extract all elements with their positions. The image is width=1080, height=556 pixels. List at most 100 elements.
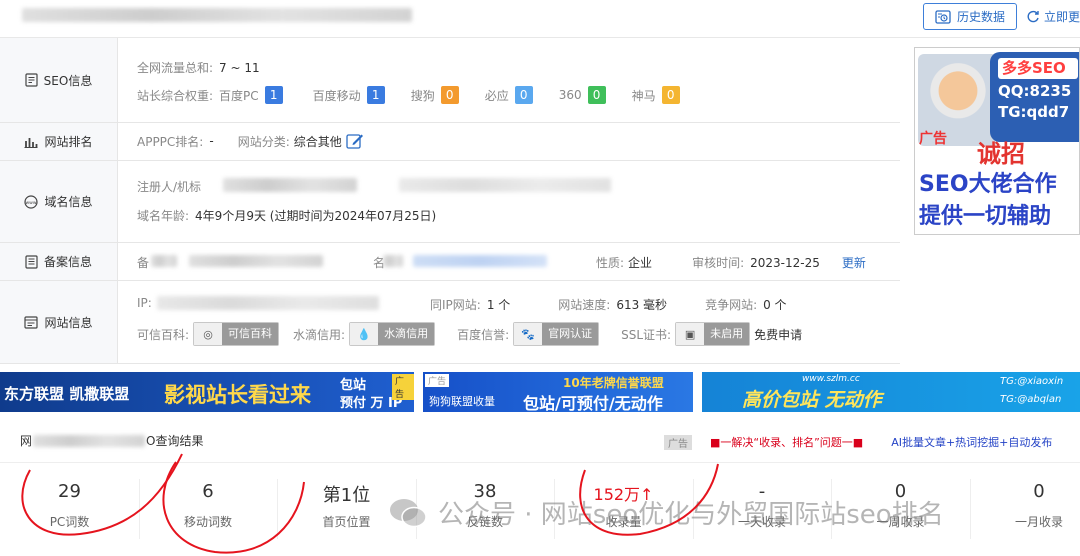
engine-weight-badge[interactable]: 1 [264,86,283,104]
domain-info-label-text: 域名信息 [44,195,93,209]
banner2-left-text: 狗狗联盟收量 [429,395,495,408]
ssl-badge-text: 未启用 [704,323,750,345]
seo-info-row: SEO信息 全网流量总和: 7 ~ 11 站长综合权重: 百度PC 1 百度移动 1 搜… [0,38,900,123]
stat-divider [277,479,278,539]
weight-key: 站长综合权重: [137,88,214,103]
banner2-main-text: 包站/可预付/无动作 [523,394,663,412]
banner3-tg1: TG:@xiaoxin [1000,376,1064,387]
history-data-label: 历史数据 [956,10,1005,24]
banner2-top-text: 10年老牌信誉联盟 [563,376,664,390]
engine-weight-badge[interactable]: 1 [366,86,385,104]
query-ad-blue-link[interactable]: AI批量文章+热词挖掘+自动发布 [891,434,1052,450]
shield-icon: ◎ [194,323,223,345]
icp-info-row: 备案信息 备 名 性质: 企业 审核时间: 2023-12-25 更新 [0,243,900,281]
stat-label: 一月收录 [1014,515,1063,529]
site-rank-label: 网站排名 [0,123,118,160]
banner3-tg2: TG:@abqlan [1000,394,1062,405]
history-icon [935,9,951,24]
engine-weight-badge[interactable]: 0 [440,86,459,104]
query-ad-red-link[interactable]: ■一解决“收录、排名”问题一■ [710,434,863,450]
ssl-key: SSL证书: [621,327,672,342]
ad-bubble-qq: QQ:8235 [998,82,1072,100]
engine-weight-item: 百度PC 1 [219,86,283,104]
registrant-key: 注册人/机标 [137,180,202,194]
traffic-value: 7 ~ 11 [219,60,260,75]
baidu-credit-badge-text: 官网认证 [542,323,599,345]
update-now-button[interactable]: 立即更 [1026,3,1080,30]
audit-value: 2023-12-25 [750,255,820,270]
side-advertisement[interactable]: 多多SEO QQ:8235 TG:qdd7 广告 诚招 SEO大佬合作 提供一切… [914,47,1080,235]
ad-contact-bubble: 多多SEO QQ:8235 TG:qdd7 [990,52,1079,142]
engine-weight-badge[interactable]: 0 [514,86,533,104]
engine-weight-item: 神马 0 [632,86,680,104]
ad-line-2: SEO大佬合作 [919,172,1057,197]
category-value: 综合其他 [293,134,342,149]
engine-weight-badge[interactable]: 0 [661,86,680,104]
banner-ad-3[interactable]: www.szlm.cc 高价包站 无动作 TG:@xiaoxin TG:@abq… [702,372,1080,412]
stat-item[interactable]: 0 一月收录 [970,463,1080,556]
banner2-ad-tag: 广告 [425,374,450,387]
domain-info-label: www 域名信息 [0,161,118,242]
stat-item[interactable]: 29 PC词数 [0,463,139,556]
same-ip-value: 1 个 [486,298,511,312]
banner-ad-1[interactable]: 东方联盟 凯撒联盟 影视站长看过来 包站 预付 万 IP 广告 [0,372,414,412]
blurred-query-domain [33,434,146,447]
engine-name: 百度PC [219,88,259,103]
blurred-icp-prefix [151,255,177,267]
engine-weight-item: 必应 0 [485,86,533,104]
engine-name: 搜狗 [410,88,435,103]
blurred-icp-name-b [413,255,547,267]
banner3-main-text: 高价包站 无动作 [742,389,882,411]
wechat-watermark: 公众号 · 网站seo优化与外贸国际站seo排名 [388,494,944,531]
ad-tag: 广告 [919,131,947,147]
banner-ad-2[interactable]: 广告 10年老牌信誉联盟 狗狗联盟收量 包站/可预付/无动作 [423,372,693,412]
banner1-main-text: 影视站长看过来 [164,383,311,407]
speed-key: 网站速度: [558,298,611,312]
water-badge[interactable]: 💧 水滴信用 [349,322,436,346]
engine-weight-item: 360 0 [559,86,606,104]
baidu-credit-badge[interactable]: 🐾 官网认证 [513,322,600,346]
engine-weight-item: 搜狗 0 [411,86,459,104]
ssl-badge[interactable]: ▣ 未启用 [675,322,751,346]
query-result-title: 网 O查询结果 [20,432,203,449]
competitor-key: 竞争网站: [705,298,758,312]
wechat-icon [390,498,427,527]
site-rank-row: 网站排名 APPPC排名: - 网站分类: 综合其他 [0,123,900,161]
record-icon [25,254,38,269]
nature-key: 性质: [596,256,625,270]
banner1-right-top: 包站 [340,378,367,393]
history-data-button[interactable]: 历史数据 [923,3,1017,30]
baidu-credit-key: 百度信誉: [457,327,510,342]
refresh-icon [1027,10,1039,22]
query-ad-line: 广告 ■一解决“收录、排名”问题一■ AI批量文章+热词挖掘+自动发布 [664,434,1052,450]
engine-weight-badge[interactable]: 0 [587,86,606,104]
competitor-value: 0 个 [763,298,787,312]
domain-info-row: www 域名信息 注册人/机标 域名年龄: 4年9个月9天 (过期时间为2024… [0,161,900,243]
blurred-registrant [223,178,357,192]
trust-badge[interactable]: ◎ 可信百科 [193,322,280,346]
engine-weights: 百度PC 1 百度移动 1 搜狗 0 必应 0 360 0 神马 0 [219,86,706,104]
nature-value: 企业 [628,256,653,270]
engine-name: 360 [558,88,582,102]
engine-weight-item: 百度移动 1 [313,86,385,104]
apppc-key: APPPC排名: [137,134,204,149]
stat-divider [969,479,971,539]
stat-label: 移动词数 [183,515,232,529]
watermark-text: 公众号 · 网站seo优化与外贸国际站seo排名 [438,500,944,530]
trust-key: 可信百科: [137,327,190,342]
ssl-free-link[interactable]: 免费申请 [754,326,802,343]
edit-icon[interactable] [346,132,364,150]
banner1-ad-tag: 广告 [392,374,414,400]
website-info-label-text: 网站信息 [44,315,93,330]
audit-key: 审核时间: [692,256,745,270]
query-title-prefix: 网 [20,434,33,448]
website-info-row: 网站信息 IP: 同IP网站: 1 个 网站速度: 613 毫秒 竞争网站: 0… [0,281,900,364]
stat-value: 0 [1033,481,1045,502]
icp-refresh-link[interactable]: 更新 [842,254,866,271]
ip-key: IP: [137,296,152,310]
stat-label: PC词数 [49,515,90,529]
seo-info-label-text: SEO信息 [43,73,93,88]
stat-item[interactable]: 6 移动词数 [139,463,278,556]
water-badge-text: 水滴信用 [378,323,435,345]
query-ad-tag: 广告 [664,434,692,450]
